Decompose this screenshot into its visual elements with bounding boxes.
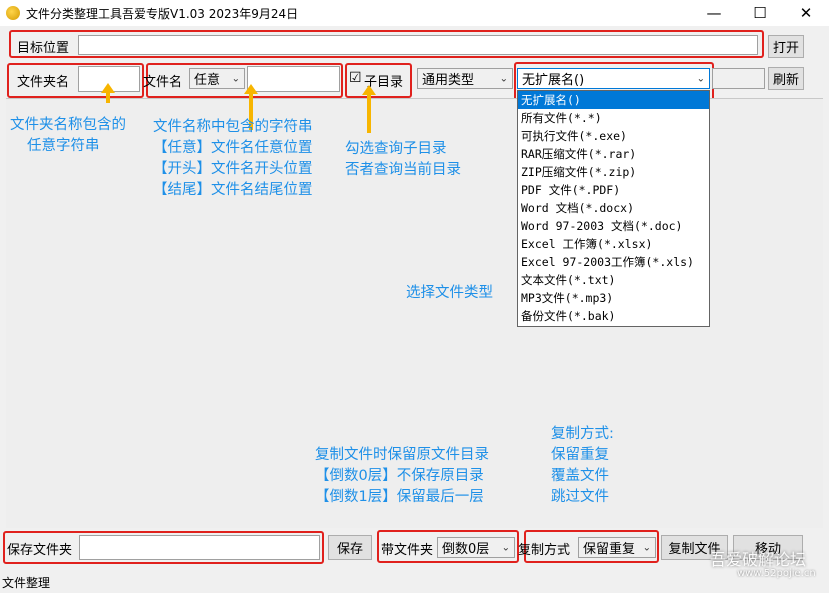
- list-item[interactable]: PDF 文件(*.PDF): [518, 181, 709, 199]
- with-folder-label: 带文件夹: [381, 543, 434, 558]
- type-category-value: 通用类型: [422, 73, 475, 88]
- app-icon: [6, 6, 20, 20]
- list-item[interactable]: Excel 工作簿(*.xlsx): [518, 235, 709, 253]
- folder-name-note: 文件夹名称包含的 任意字符串: [10, 117, 126, 154]
- list-item[interactable]: MP3文件(*.mp3): [518, 289, 709, 307]
- list-item[interactable]: 文本文件(*.txt): [518, 271, 709, 289]
- copy-mode-note: 复制方式: 保留重复 覆盖文件 跳过文件: [551, 426, 614, 505]
- arrow-up-icon: [362, 85, 376, 133]
- filename-input[interactable]: [247, 66, 340, 92]
- list-item[interactable]: 可执行文件(*.exe): [518, 127, 709, 145]
- watermark-url: www.52pojie.cn: [737, 568, 816, 579]
- chevron-down-icon: ⌄: [501, 542, 510, 553]
- refresh-button[interactable]: 刷新: [768, 67, 804, 90]
- subdir-checkbox[interactable]: ☑: [349, 70, 362, 86]
- folder-name-label: 文件夹名: [17, 75, 70, 90]
- extension-value: 无扩展名(): [522, 73, 585, 88]
- minimize-button[interactable]: —: [691, 0, 737, 26]
- list-item[interactable]: Word 文档(*.docx): [518, 199, 709, 217]
- list-item[interactable]: RAR压缩文件(*.rar): [518, 145, 709, 163]
- list-item[interactable]: ZIP压缩文件(*.zip): [518, 163, 709, 181]
- list-item[interactable]: Word 97-2003 文档(*.doc): [518, 217, 709, 235]
- close-button[interactable]: ✕: [783, 0, 829, 26]
- chevron-down-icon: ⌄: [696, 73, 705, 84]
- with-folder-select[interactable]: 倒数0层 ⌄: [437, 537, 515, 558]
- list-item[interactable]: Excel 97-2003工作簿(*.xls): [518, 253, 709, 271]
- copy-mode-label: 复制方式: [518, 543, 571, 558]
- chevron-down-icon: ⌄: [231, 73, 240, 84]
- target-location-label: 目标位置: [17, 41, 70, 56]
- chevron-down-icon: ⌄: [499, 73, 508, 84]
- extension-dropdown-list[interactable]: 无扩展名() 所有文件(*.*) 可执行文件(*.exe) RAR压缩文件(*.…: [517, 90, 710, 327]
- chevron-down-icon: ⌄: [642, 542, 651, 553]
- status-bar: 文件整理: [0, 574, 829, 593]
- list-item[interactable]: 无扩展名(): [518, 91, 709, 109]
- window-title: 文件分类整理工具吾爱专版V1.03 2023年9月24日: [26, 7, 299, 21]
- filename-label: 文件名: [143, 75, 183, 90]
- title-bar: 文件分类整理工具吾爱专版V1.03 2023年9月24日 — ☐ ✕: [0, 0, 829, 26]
- extension-extra-field: [712, 68, 765, 89]
- maximize-button[interactable]: ☐: [737, 0, 783, 26]
- target-location-input[interactable]: [78, 35, 758, 55]
- subdir-note: 勾选查询子目录 否者查询当前目录: [345, 141, 461, 178]
- file-type-note: 选择文件类型: [406, 285, 493, 301]
- extension-select[interactable]: 无扩展名() ⌄: [517, 68, 710, 89]
- copy-mode-select[interactable]: 保留重复 ⌄: [578, 537, 656, 558]
- list-item[interactable]: 所有文件(*.*): [518, 109, 709, 127]
- save-button[interactable]: 保存: [328, 535, 372, 560]
- keep-dir-note: 复制文件时保留原文件目录 【倒数0层】不保存原目录 【倒数1层】保留最后一层: [315, 447, 489, 505]
- copy-mode-value: 保留重复: [583, 542, 636, 557]
- match-mode-value: 任意: [194, 73, 221, 88]
- type-category-select[interactable]: 通用类型 ⌄: [417, 68, 513, 89]
- arrow-up-icon: [101, 83, 115, 103]
- watermark-logo: 吾爱破解论坛: [710, 550, 807, 569]
- open-button[interactable]: 打开: [768, 35, 804, 58]
- with-folder-value: 倒数0层: [442, 542, 490, 557]
- save-folder-input[interactable]: [79, 535, 320, 560]
- filename-note: 文件名称中包含的字符串 【任意】文件名任意位置 【开头】文件名开头位置 【结尾】…: [153, 119, 313, 198]
- list-item[interactable]: 备份文件(*.bak): [518, 307, 709, 325]
- save-folder-label: 保存文件夹: [7, 543, 73, 558]
- match-mode-select[interactable]: 任意 ⌄: [189, 68, 245, 89]
